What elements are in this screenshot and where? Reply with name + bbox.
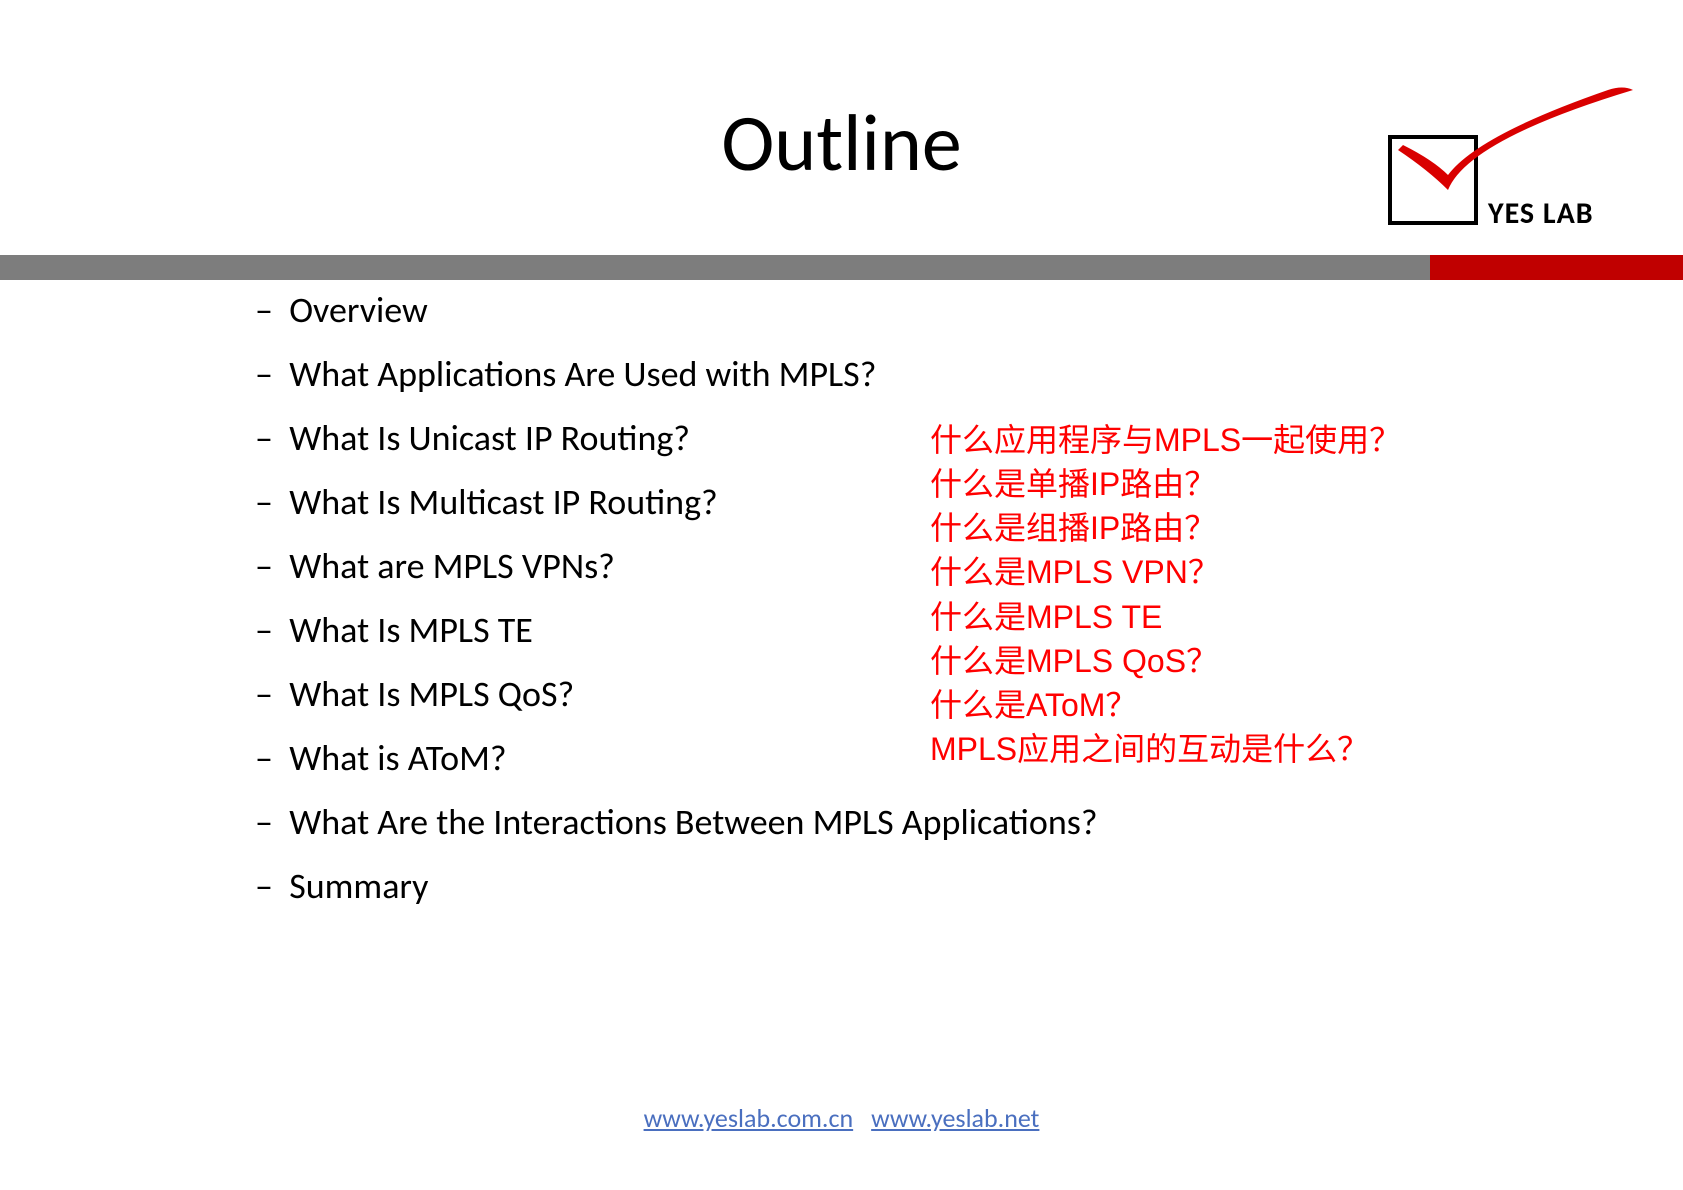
bullet-item: – What Are the Interactions Between MPLS… — [255, 804, 1098, 840]
footer: www.yeslab.com.cn www.yeslab.net — [0, 1102, 1683, 1134]
checkmark-icon — [1378, 80, 1638, 200]
bullet-text: Overview — [289, 288, 428, 332]
translation-item: 什么应用程序与MPLS一起使用？ — [930, 418, 1401, 462]
logo: YES LAB — [1348, 80, 1638, 250]
translation-list: 什么应用程序与MPLS一起使用？ 什么是单播IP路由？ 什么是组播IP路由？ 什… — [930, 418, 1401, 771]
divider-red — [1430, 255, 1683, 280]
footer-link-2[interactable]: www.yeslab.net — [871, 1102, 1039, 1134]
translation-item: 什么是AToM？ — [930, 683, 1401, 727]
translation-item: MPLS应用之间的互动是什么？ — [930, 727, 1401, 771]
footer-link-1[interactable]: www.yeslab.com.cn — [644, 1102, 854, 1134]
bullet-text: Summary — [289, 864, 428, 908]
divider-gray — [0, 255, 1430, 280]
bullet-text: What are MPLS VPNs? — [289, 544, 615, 588]
bullet-text: What Is Unicast IP Routing? — [289, 416, 690, 460]
bullet-text: What Applications Are Used with MPLS? — [289, 352, 876, 396]
bullet-text: What Is MPLS TE — [289, 608, 533, 652]
bullet-text: What Is MPLS QoS? — [289, 672, 574, 716]
bullet-item: – Overview — [255, 292, 1098, 328]
bullet-text: What is AToM? — [289, 736, 506, 780]
bullet-text: What Are the Interactions Between MPLS A… — [289, 800, 1097, 844]
translation-item: 什么是MPLS TE — [930, 595, 1401, 639]
slide: Outline YES LAB – Overview – What Applic… — [0, 0, 1683, 1190]
translation-item: 什么是MPLS QoS？ — [930, 639, 1401, 683]
translation-item: 什么是单播IP路由？ — [930, 462, 1401, 506]
bullet-item: – Summary — [255, 868, 1098, 904]
bullet-text: What Is Multicast IP Routing? — [289, 480, 718, 524]
translation-item: 什么是组播IP路由？ — [930, 506, 1401, 550]
logo-text: YES LAB — [1488, 195, 1594, 232]
translation-item: 什么是MPLS VPN？ — [930, 550, 1401, 594]
bullet-item: – What Applications Are Used with MPLS? — [255, 356, 1098, 392]
